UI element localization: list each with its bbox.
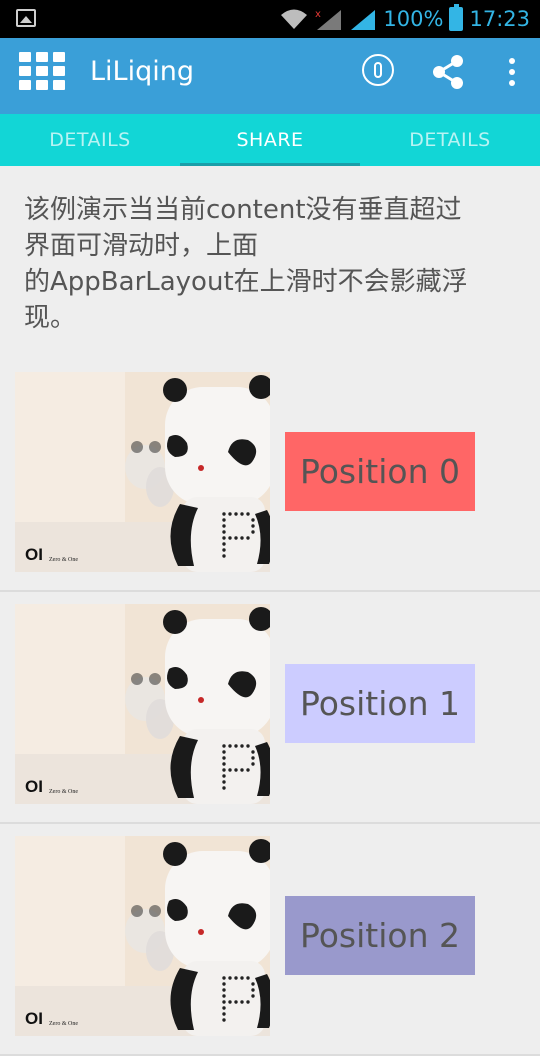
tab-details-2[interactable]: DETAILS [360, 114, 540, 166]
svg-text:OI: OI [25, 545, 43, 564]
share-icon[interactable] [430, 54, 466, 90]
more-vertical-icon[interactable] [508, 58, 516, 86]
position-label: Position 0 [285, 432, 475, 511]
status-bar: x 100% 17:23 [0, 0, 540, 38]
position-list[interactable]: OI Zero & One Position 0 OI Zero & One P… [0, 360, 540, 1056]
svg-text:Zero & One: Zero & One [49, 789, 78, 795]
panda-toy-image: OI Zero & One [15, 372, 270, 572]
panda-toy-image: OI Zero & One [15, 604, 270, 804]
list-item[interactable]: OI Zero & One Position 1 [0, 592, 540, 824]
description-line: 界面可滑动时，上面 [24, 231, 259, 261]
gallery-notification-icon [16, 9, 36, 27]
signal-no-sim-icon: x [315, 9, 342, 30]
wifi-icon [281, 9, 308, 29]
description-line: 现。 [24, 303, 77, 333]
info-icon[interactable] [362, 54, 394, 86]
list-item[interactable]: OI Zero & One Position 2 [0, 824, 540, 1056]
tab-bar: DETAILS SHARE DETAILS [0, 114, 540, 166]
svg-text:OI: OI [25, 777, 43, 796]
tab-share[interactable]: SHARE [180, 114, 360, 166]
svg-text:OI: OI [25, 1009, 43, 1028]
svg-text:Zero & One: Zero & One [49, 1021, 78, 1027]
description-text: 该例演示当当前content没有垂直超过 界面可滑动时，上面 的AppBarLa… [24, 192, 524, 336]
clock: 17:23 [469, 7, 530, 31]
description-line: 的AppBarLayout在上滑时不会影藏浮 [24, 267, 468, 297]
position-label: Position 2 [285, 896, 475, 975]
tab-details-1[interactable]: DETAILS [0, 114, 180, 166]
description-line: 该例演示当当前content没有垂直超过 [24, 195, 462, 225]
signal-icon [351, 10, 376, 30]
app-title: LiLiqing [90, 56, 194, 87]
svg-text:Zero & One: Zero & One [49, 557, 78, 563]
grid-menu-icon[interactable] [19, 52, 65, 92]
panda-toy-image: OI Zero & One [15, 836, 270, 1036]
battery-percent: 100% [383, 7, 444, 31]
list-item[interactable]: OI Zero & One Position 0 [0, 360, 540, 592]
app-bar: LiLiqing [0, 38, 540, 114]
status-icons: x 100% 17:23 [279, 0, 530, 38]
battery-icon [449, 4, 464, 31]
svg-text:x: x [315, 9, 321, 20]
position-label: Position 1 [285, 664, 475, 743]
